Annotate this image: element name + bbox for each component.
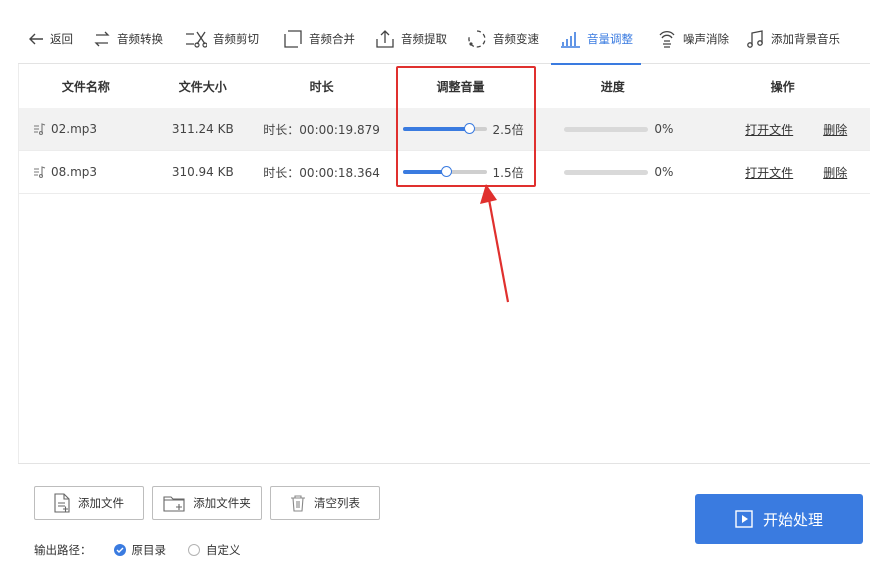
file-duration: 时长：00:00:19.879: [263, 122, 380, 137]
annotation-arrow: [480, 184, 510, 303]
header-duration: 时长: [309, 79, 334, 94]
output-path-label: 输出路径：: [34, 543, 92, 557]
play-icon: [735, 510, 753, 528]
tool-audio-extract-label: 音频提取: [401, 31, 447, 46]
radio-custom-dir-label: 自定义: [206, 543, 241, 557]
file-duration: 时长：00:00:18.364: [263, 165, 380, 180]
radio-custom-dir[interactable]: 自定义: [188, 542, 241, 558]
header-actions: 操作: [770, 79, 795, 94]
open-file-link[interactable]: 打开文件: [745, 121, 793, 138]
open-file-link[interactable]: 打开文件: [745, 164, 793, 181]
file-name-cell: 02.mp3: [19, 122, 153, 136]
tool-add-bgm[interactable]: 添加背景音乐: [745, 14, 840, 64]
tool-volume-adjust[interactable]: 音量调整: [551, 14, 641, 65]
checked-radio-icon: [113, 544, 126, 556]
progress-value: 0%: [654, 165, 674, 179]
tool-audio-cut[interactable]: 音频剪切: [185, 14, 259, 64]
add-file-icon: [54, 493, 70, 513]
progress-value: 0%: [654, 122, 674, 136]
speed-circle-icon: [467, 29, 487, 49]
convert-arrows-icon: [93, 30, 111, 48]
tool-volume-adjust-label: 音量调整: [587, 31, 633, 46]
back-button[interactable]: 返回: [28, 14, 73, 64]
actions-cell: 打开文件 删除: [695, 121, 870, 138]
file-size: 311.24 KB: [171, 122, 234, 136]
progress-cell: 0%: [530, 122, 695, 136]
bottom-panel: 添加文件 添加文件夹 清空列表 输出路径： 原目录 自定义 开始处理: [18, 463, 870, 561]
tool-noise-cancel-label: 噪声消除: [683, 31, 729, 46]
header-file-size: 文件大小: [178, 79, 227, 94]
progress-bar: [564, 126, 649, 132]
tool-audio-speed-label: 音频变速: [493, 31, 539, 46]
progress-bar: [564, 169, 649, 175]
volume-column-highlight: [396, 66, 536, 187]
tool-audio-merge-label: 音频合并: [309, 31, 355, 46]
trash-icon: [290, 494, 306, 512]
file-name: 02.mp3: [51, 122, 98, 136]
add-file-button[interactable]: 添加文件: [34, 486, 144, 520]
noise-cancel-icon: [657, 28, 677, 50]
back-arrow-icon: [28, 32, 44, 46]
audio-file-icon: [33, 122, 47, 136]
tool-audio-speed[interactable]: 音频变速: [467, 14, 539, 64]
tool-audio-extract[interactable]: 音频提取: [375, 14, 447, 64]
tool-audio-convert[interactable]: 音频转换: [93, 14, 163, 64]
radio-original-dir[interactable]: 原目录: [113, 542, 167, 558]
tool-audio-merge[interactable]: 音频合并: [283, 14, 355, 64]
back-label: 返回: [50, 31, 73, 46]
file-name: 08.mp3: [51, 165, 98, 179]
tool-audio-cut-label: 音频剪切: [213, 31, 259, 46]
delete-link[interactable]: 删除: [823, 164, 847, 181]
tool-noise-cancel[interactable]: 噪声消除: [657, 14, 729, 64]
clear-list-label: 清空列表: [314, 496, 360, 510]
tool-add-bgm-label: 添加背景音乐: [771, 31, 840, 46]
merge-square-icon: [283, 29, 303, 49]
add-folder-button[interactable]: 添加文件夹: [152, 486, 262, 520]
file-name-cell: 08.mp3: [19, 165, 153, 179]
file-size: 310.94 KB: [171, 165, 234, 179]
progress-cell: 0%: [530, 165, 695, 179]
start-processing-label: 开始处理: [762, 510, 823, 529]
add-folder-icon: [163, 494, 185, 512]
actions-cell: 打开文件 删除: [695, 164, 870, 181]
volume-bars-icon: [559, 30, 581, 48]
radio-original-dir-label: 原目录: [131, 543, 167, 557]
delete-link[interactable]: 删除: [823, 121, 847, 138]
audio-file-icon: [33, 165, 47, 179]
music-note-icon: [745, 29, 765, 49]
toolbar: 返回 音频转换 音频剪切 音频合并 音频提取 音频变速 音量调整 噪声消除 添加…: [18, 14, 870, 65]
header-progress: 进度: [600, 79, 625, 94]
clear-list-button[interactable]: 清空列表: [270, 486, 380, 520]
add-file-label: 添加文件: [78, 496, 124, 510]
output-path-row: 输出路径： 原目录 自定义: [34, 542, 241, 558]
upload-extract-icon: [375, 29, 395, 49]
tool-audio-convert-label: 音频转换: [117, 31, 163, 46]
header-file-name: 文件名称: [61, 79, 110, 94]
scissors-icon: [185, 30, 207, 48]
unchecked-radio-icon: [188, 544, 200, 556]
start-processing-button[interactable]: 开始处理: [695, 494, 863, 544]
add-folder-label: 添加文件夹: [193, 496, 251, 510]
